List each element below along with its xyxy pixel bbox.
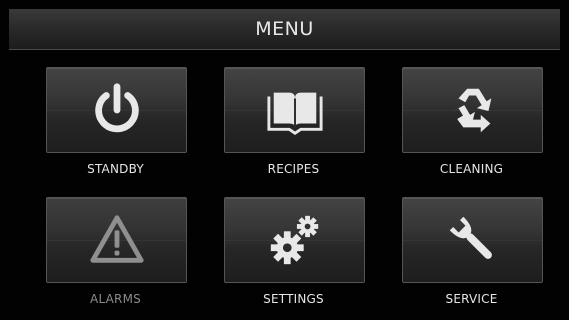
settings-button[interactable] [224, 197, 365, 283]
cleaning-label: CLEANING [439, 162, 504, 176]
power-icon [94, 83, 139, 133]
gears-icon [270, 215, 318, 265]
service-label: SERVICE [445, 292, 498, 306]
cleaning-button[interactable] [402, 67, 543, 153]
menu-screen: MENU STANDBY RECIPES CLEANING ALARMS SET… [0, 0, 569, 320]
recipes-label: RECIPES [267, 162, 320, 176]
service-button[interactable] [402, 197, 543, 283]
recycle-icon [451, 88, 491, 133]
alarms-label: ALARMS [90, 292, 141, 306]
standby-label: STANDBY [87, 162, 144, 176]
warning-icon [89, 215, 144, 263]
standby-button[interactable] [46, 67, 187, 153]
settings-label: SETTINGS [263, 292, 324, 306]
menu-grid: STANDBY RECIPES CLEANING ALARMS SETTINGS… [0, 0, 569, 320]
wrench-icon [449, 216, 492, 259]
alarms-button[interactable] [46, 197, 187, 283]
book-icon [266, 92, 323, 135]
recipes-button[interactable] [224, 67, 365, 153]
